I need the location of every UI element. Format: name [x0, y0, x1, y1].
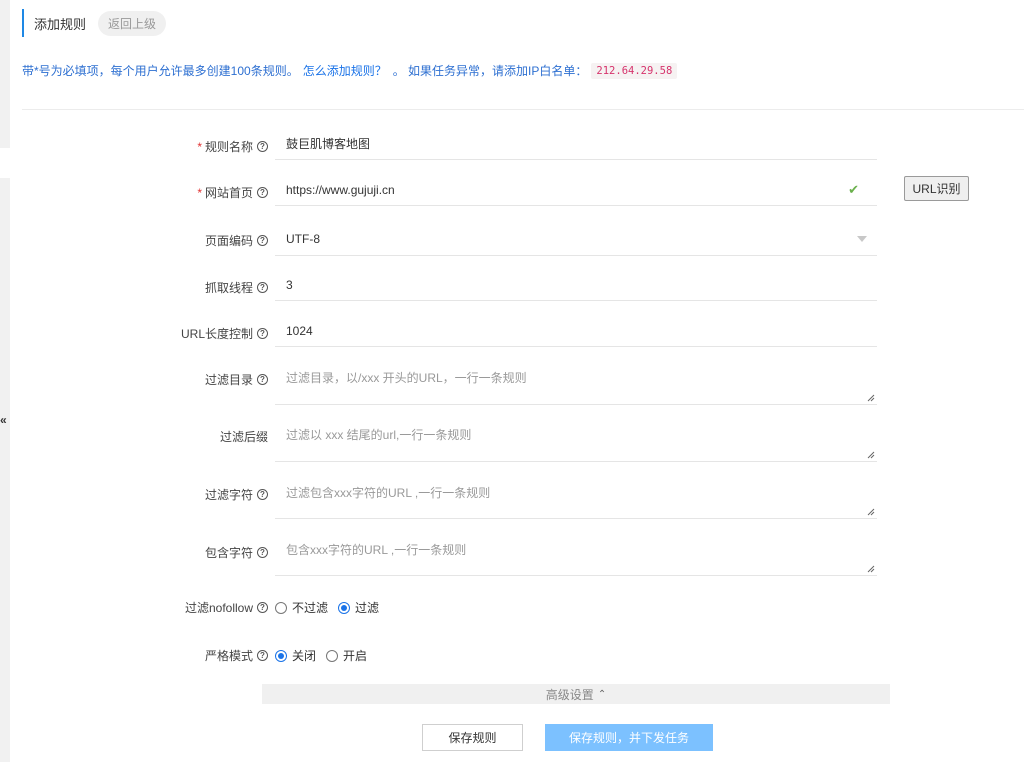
nofollow-label: 过滤nofollow ?	[185, 599, 268, 616]
nofollow-option-off[interactable]: 不过滤	[275, 599, 328, 616]
back-button[interactable]: 返回上级	[98, 10, 167, 36]
left-panel-edge-top	[0, 0, 10, 148]
help-icon[interactable]: ?	[257, 602, 268, 613]
resize-handle-icon[interactable]	[867, 451, 875, 459]
form-row-threads: 抓取线程 ? 3	[0, 270, 1024, 301]
form-row-encoding: 页面编码 ? UTF-8	[0, 222, 1024, 256]
form-row-filter-suffix: 过滤后缀 过滤以 xxx 结尾的url,一行一条规则	[0, 418, 1024, 462]
encoding-select[interactable]: UTF-8	[275, 222, 877, 256]
radio-icon	[275, 601, 287, 614]
filter-dir-label: 过滤目录 ?	[205, 371, 268, 388]
help-icon[interactable]: ?	[257, 235, 268, 246]
strict-option-on[interactable]: 开启	[326, 647, 367, 664]
divider	[22, 109, 1024, 110]
url-length-label: URL长度控制 ?	[181, 325, 268, 342]
valid-check-icon: ✔	[848, 181, 859, 197]
notice-text: 带*号为必填项，每个用户允许最多创建100条规则。	[22, 64, 299, 78]
nofollow-radio-group: 不过滤 过滤	[275, 599, 389, 616]
filter-suffix-textarea[interactable]: 过滤以 xxx 结尾的url,一行一条规则	[275, 418, 877, 462]
ip-whitelist-badge: 212.64.29.58	[591, 62, 678, 79]
page-header: 添加规则 返回上级	[22, 8, 167, 38]
notice-suffix: 。 如果任务异常，请添加IP白名单：	[392, 64, 588, 78]
nofollow-option-on[interactable]: 过滤	[338, 599, 379, 616]
url-recognize-button[interactable]: URL识别	[904, 176, 969, 201]
form-row-nofollow: 过滤nofollow ? 不过滤 过滤	[0, 598, 1024, 616]
page-title: 添加规则	[34, 16, 87, 32]
strict-mode-label: 严格模式 ?	[205, 647, 268, 664]
radio-checked-icon	[275, 649, 287, 662]
strict-mode-radio-group: 关闭 开启	[275, 647, 377, 664]
radio-checked-icon	[338, 601, 351, 614]
form-row-strict: 严格模式 ? 关闭 开启	[0, 646, 1024, 664]
form-row-url-length: URL长度控制 ? 1024	[0, 316, 1024, 347]
resize-handle-icon[interactable]	[867, 508, 875, 516]
filter-chars-textarea[interactable]: 过滤包含xxx字符的URL ,一行一条规则	[275, 475, 877, 519]
radio-icon	[326, 649, 339, 662]
help-icon[interactable]: ?	[257, 374, 268, 385]
site-url-input[interactable]: https://www.gujuji.cn ✔	[275, 174, 877, 206]
include-chars-label: 包含字符 ?	[205, 544, 268, 561]
advanced-settings-toggle[interactable]: 高级设置 ⌃	[262, 684, 890, 704]
filter-suffix-label: 过滤后缀	[219, 430, 268, 444]
threads-label: 抓取线程 ?	[205, 279, 268, 296]
chevron-down-icon	[857, 235, 867, 242]
resize-handle-icon[interactable]	[867, 394, 875, 402]
form-row-name: * 规则名称 ? 鼓巨肌博客地图	[0, 128, 1024, 160]
help-icon[interactable]: ?	[257, 187, 268, 198]
title-accent-bar	[22, 9, 24, 37]
strict-option-off[interactable]: 关闭	[275, 647, 316, 664]
include-chars-textarea[interactable]: 包含xxx字符的URL ,一行一条规则	[275, 532, 877, 576]
help-icon[interactable]: ?	[257, 282, 268, 293]
filter-dir-textarea[interactable]: 过滤目录，以/xxx 开头的URL，一行一条规则	[275, 360, 877, 405]
rule-name-input[interactable]: 鼓巨肌博客地图	[275, 128, 877, 160]
required-mark: *	[197, 185, 202, 200]
resize-handle-icon[interactable]	[867, 565, 875, 573]
save-and-run-button[interactable]: 保存规则，并下发任务	[545, 724, 713, 751]
notice-bar: 带*号为必填项，每个用户允许最多创建100条规则。 怎么添加规则？ 。 如果任务…	[22, 62, 678, 79]
threads-input[interactable]: 3	[275, 270, 877, 301]
form-row-site: * 网站首页 ? https://www.gujuji.cn ✔	[0, 174, 1024, 206]
save-button[interactable]: 保存规则	[422, 724, 523, 751]
left-panel-edge-bottom	[0, 178, 10, 762]
site-url-label: * 网站首页 ?	[197, 184, 268, 201]
encoding-label: 页面编码 ?	[205, 232, 268, 249]
help-icon[interactable]: ?	[257, 328, 268, 339]
help-icon[interactable]: ?	[257, 547, 268, 558]
form-row-filter-dir: 过滤目录 ? 过滤目录，以/xxx 开头的URL，一行一条规则	[0, 360, 1024, 405]
required-mark: *	[197, 139, 202, 154]
form-row-include-chars: 包含字符 ? 包含xxx字符的URL ,一行一条规则	[0, 532, 1024, 576]
rule-name-label: * 规则名称 ?	[197, 138, 268, 155]
url-length-input[interactable]: 1024	[275, 316, 877, 347]
filter-chars-label: 过滤字符 ?	[205, 486, 268, 503]
help-icon[interactable]: ?	[257, 141, 268, 152]
form-row-filter-chars: 过滤字符 ? 过滤包含xxx字符的URL ,一行一条规则	[0, 475, 1024, 519]
help-link[interactable]: 怎么添加规则？	[303, 62, 387, 79]
help-icon[interactable]: ?	[257, 650, 268, 661]
help-icon[interactable]: ?	[257, 489, 268, 500]
chevron-up-double-icon: ⌃	[597, 688, 607, 700]
